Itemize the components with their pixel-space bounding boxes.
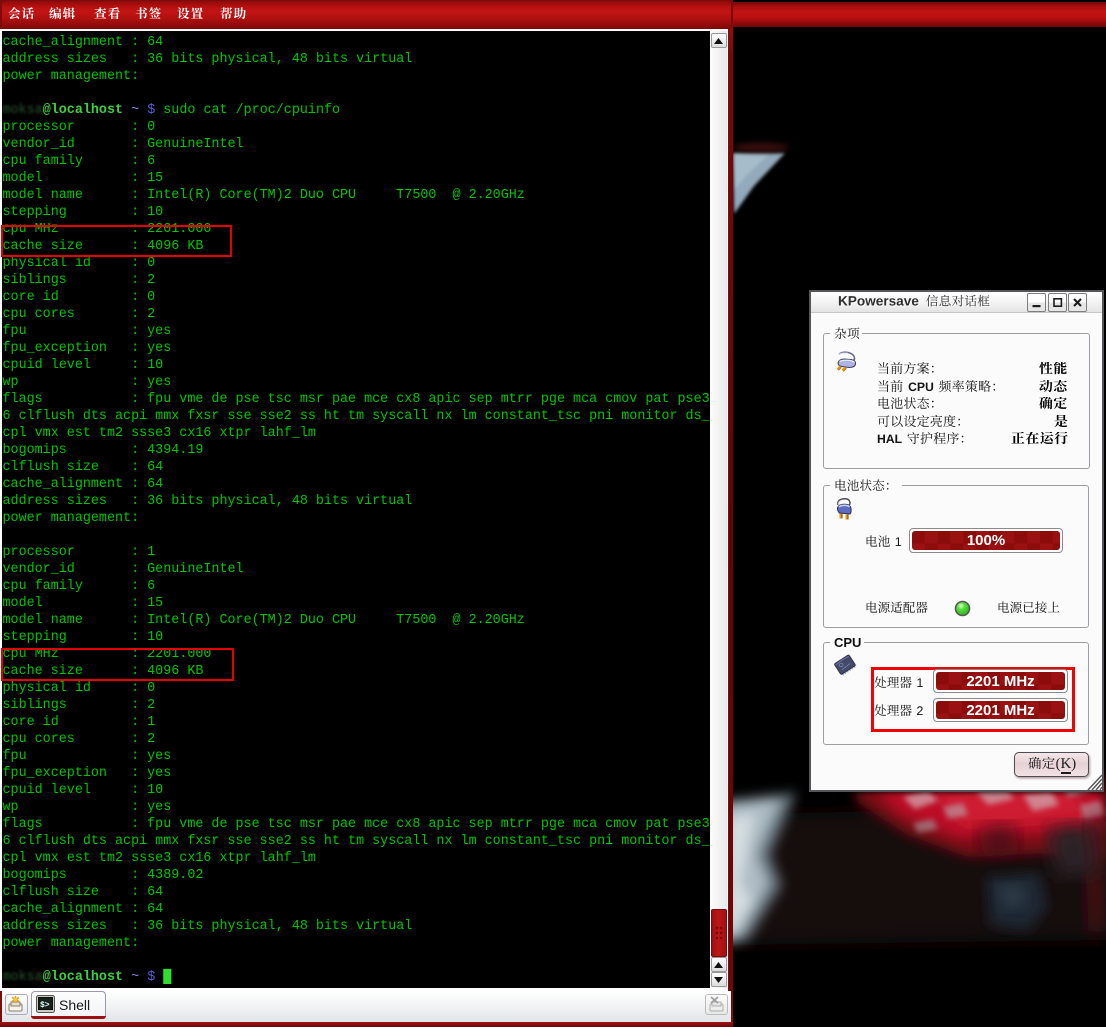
svg-text:$>: $>: [40, 1001, 50, 1010]
